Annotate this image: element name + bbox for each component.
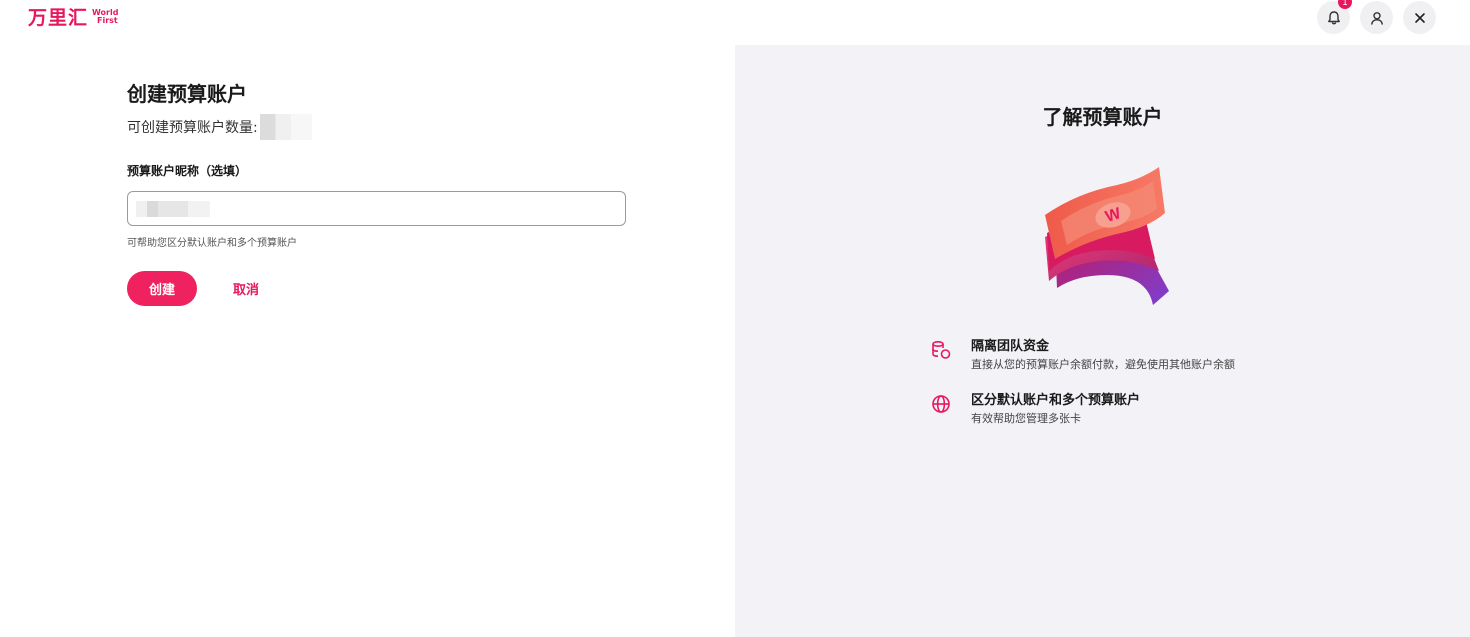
feature-description: 直接从您的预算账户余额付款，避免使用其他账户余额 (971, 358, 1235, 371)
nickname-input[interactable] (127, 191, 626, 226)
nickname-label: 预算账户昵称（选填） (127, 164, 248, 178)
create-button[interactable]: 创建 (127, 271, 197, 306)
cancel-button[interactable]: 取消 (233, 279, 259, 298)
redacted-input-value (136, 200, 210, 217)
logo-english-line2: First (97, 16, 118, 25)
create-budget-account-form: 创建预算账户 可创建预算账户数量: 预算账户昵称（选填） 可帮助您区分默认账户和… (127, 80, 627, 306)
quota-line: 可创建预算账户数量: (127, 114, 627, 140)
account-button[interactable] (1360, 1, 1393, 34)
money-stack-illustration: W (1045, 167, 1169, 305)
notifications-button[interactable]: 1 (1317, 0, 1352, 34)
info-panel-title: 了解预算账户 (1042, 105, 1163, 129)
feature-title: 隔离团队资金 (971, 339, 1050, 354)
quota-label: 可创建预算账户数量: (127, 120, 258, 136)
brand-logo[interactable]: 万里汇 World First (28, 6, 118, 30)
notification-badge: 1 (1338, 0, 1352, 9)
header-actions: 1 (1317, 0, 1436, 34)
feature-list: 隔离团队资金 直接从您的预算账户余额付款，避免使用其他账户余额 区分默认账户和多… (930, 337, 1235, 445)
feature-item: 隔离团队资金 直接从您的预算账户余额付款，避免使用其他账户余额 (930, 337, 1235, 373)
coins-icon (932, 340, 951, 359)
globe-icon (932, 395, 950, 413)
logo-chinese: 万里汇 (28, 7, 89, 29)
feature-title: 区分默认账户和多个预算账户 (971, 393, 1141, 408)
close-icon (1414, 12, 1425, 23)
page-title: 创建预算账户 (127, 82, 247, 106)
redacted-quota-value (259, 114, 312, 140)
feature-item: 区分默认账户和多个预算账户 有效帮助您管理多张卡 (930, 391, 1235, 427)
nickname-hint: 可帮助您区分默认账户和多个预算账户 (127, 238, 297, 249)
logo-english: World First (92, 6, 118, 25)
info-panel: 了解预算账户 W 隔离团队资金 直接从您的预算账户余额付款，避免使用其他账户余额… (735, 45, 1470, 637)
close-button[interactable] (1403, 1, 1436, 34)
bell-icon (1327, 10, 1340, 24)
form-actions: 创建 取消 (127, 271, 627, 306)
user-icon (1370, 11, 1383, 25)
feature-description: 有效帮助您管理多张卡 (971, 412, 1081, 425)
